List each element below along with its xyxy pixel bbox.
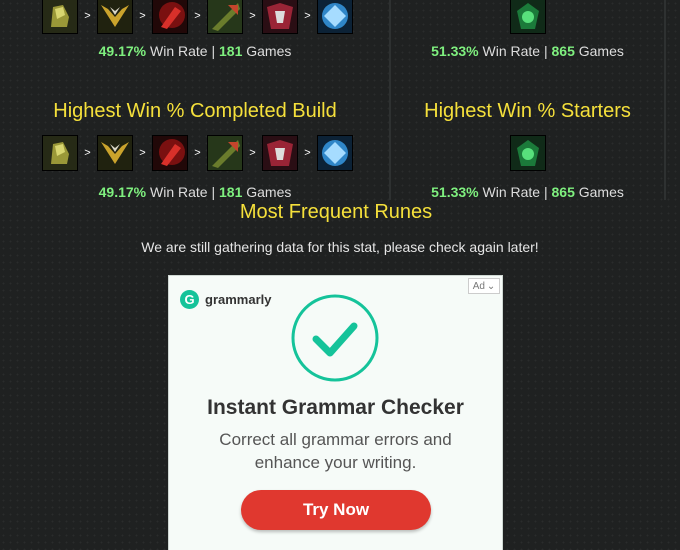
grammarly-brand: G grammarly (180, 290, 271, 309)
build-arrow: > (84, 147, 91, 159)
top-left-stat: 49.17% Win Rate | 181 Games (98, 43, 292, 59)
guardian-angel-icon[interactable] (317, 135, 353, 171)
guardian-angel-icon[interactable] (317, 0, 353, 34)
grammarly-logo-icon: G (180, 290, 199, 309)
build-arrow: > (304, 147, 311, 159)
starters-title: Highest Win % Starters (424, 100, 631, 122)
black-cleaver-icon[interactable] (207, 0, 243, 34)
runes-title: Most Frequent Runes (239, 201, 433, 223)
build-arrow: > (304, 10, 311, 22)
ravenous-hydra-icon[interactable] (97, 0, 133, 34)
completed-build-stat: 49.17% Win Rate | 181 Games (98, 184, 292, 200)
deaths-dance-icon[interactable] (262, 135, 298, 171)
ad-title: Instant Grammar Checker (207, 396, 464, 419)
completed-build-row: > > > > > (42, 135, 353, 171)
runes-message: We are still gathering data for this sta… (141, 239, 539, 255)
ad-choices-badge[interactable]: Ad ⌄ (468, 278, 500, 294)
deaths-dance-icon[interactable] (262, 0, 298, 34)
starters-stat: 51.33% Win Rate | 865 Games (431, 184, 624, 200)
black-cleaver-icon[interactable] (207, 135, 243, 171)
chevron-down-icon: ⌄ (486, 280, 496, 292)
titanic-hydra-icon[interactable] (152, 0, 188, 34)
titanic-hydra-icon[interactable] (152, 135, 188, 171)
build-arrow: > (139, 147, 146, 159)
grammarly-ad[interactable]: Ad ⌄ G grammarly Instant Grammar Checker… (168, 275, 503, 550)
ravenous-hydra-icon[interactable] (97, 135, 133, 171)
checkmark-circle-icon (291, 294, 379, 382)
completed-build-title: Highest Win % Completed Build (53, 100, 337, 122)
mercury-treads-icon[interactable] (42, 135, 78, 171)
top-starter-item[interactable] (510, 0, 546, 34)
brand-name: grammarly (205, 292, 272, 307)
top-build-row: > > > > > (42, 0, 353, 34)
build-arrow: > (194, 147, 201, 159)
build-arrow: > (139, 10, 146, 22)
ad-label: Ad (472, 280, 485, 292)
build-arrow: > (194, 10, 201, 22)
ad-subtitle: Correct all grammar errors and enhance y… (219, 430, 452, 472)
build-arrow: > (84, 10, 91, 22)
top-right-stat: 51.33% Win Rate | 865 Games (431, 43, 624, 59)
build-arrow: > (249, 10, 256, 22)
try-now-button[interactable]: Try Now (241, 490, 431, 530)
starter-item[interactable] (510, 135, 546, 171)
mercury-treads-icon[interactable] (42, 0, 78, 34)
build-arrow: > (249, 147, 256, 159)
